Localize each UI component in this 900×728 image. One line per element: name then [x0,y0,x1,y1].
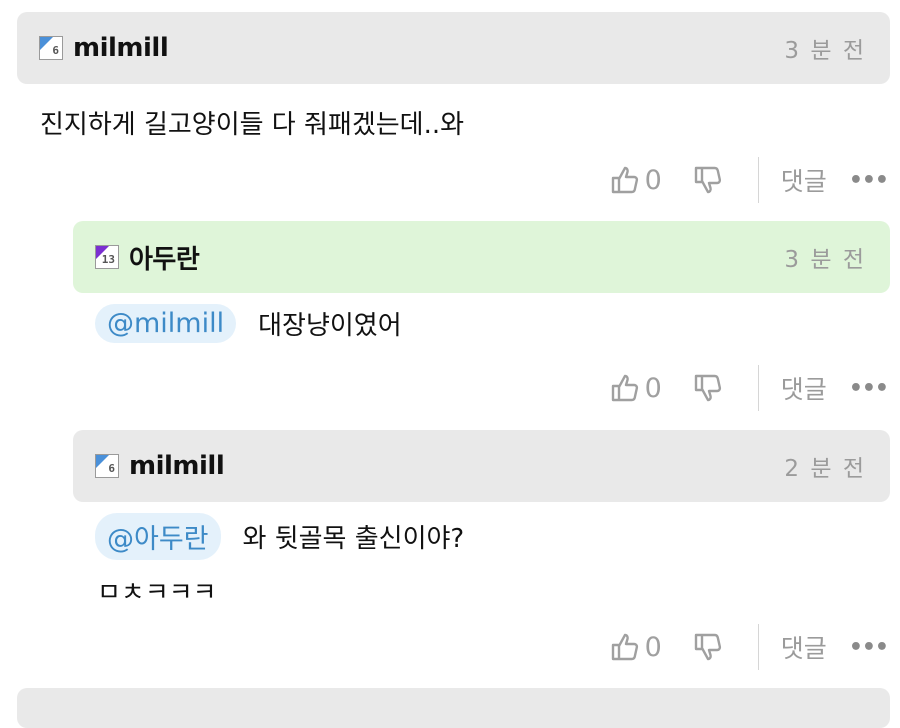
reply-button[interactable]: 댓글 [781,370,827,406]
divider [757,365,759,411]
mention-tag[interactable]: @아두란 [95,513,221,560]
dislike-button[interactable] [692,164,724,196]
thumbs-down-icon [694,166,721,194]
timestamp: 3 분 전 [784,38,866,64]
author-name[interactable]: 아두란 [129,239,200,276]
reply-button[interactable]: 댓글 [781,162,827,198]
like-count: 0 [644,631,662,663]
like-button[interactable]: 0 [609,631,692,663]
like-button[interactable]: 0 [609,164,692,196]
next-comment-header [17,688,890,728]
reply-button[interactable]: 댓글 [781,629,827,665]
thumbs-down-icon [694,633,721,661]
comment-header: 6 milmill 2 분 전 [73,430,890,502]
thumbs-up-icon [611,374,638,402]
timestamp: 2 분 전 [784,456,866,482]
dislike-button[interactable] [692,631,724,663]
author-name[interactable]: milmill [73,33,169,63]
comment-actions: 0 댓글 ••• [609,364,889,412]
more-options-icon[interactable]: ••• [849,168,889,193]
dislike-button[interactable] [692,372,724,404]
comment-text-line2: ㅁㅊㅋㅋㅋ [97,578,217,608]
comment-text: 와 뒷골목 출신이야? [242,524,465,554]
level-badge-icon: 13 [95,245,119,269]
timestamp: 3 분 전 [784,247,866,273]
level-number: 6 [52,44,59,57]
comment-header: 6 milmill 3 분 전 [17,12,890,84]
thumbs-up-icon [611,166,638,194]
level-badge-icon: 6 [95,454,119,478]
comment-actions: 0 댓글 ••• [609,156,889,204]
thumbs-up-icon [611,633,638,661]
comment-body: @아두란 와 뒷골목 출신이야? [95,513,464,560]
comment-actions: 0 댓글 ••• [609,623,889,671]
divider [757,157,759,203]
mention-tag[interactable]: @milmill [95,304,237,343]
level-number: 13 [101,253,115,266]
comment-text: 진지하게 길고양이들 다 줘패겠는데..와 [40,110,465,140]
level-number: 6 [108,462,115,475]
more-options-icon[interactable]: ••• [849,376,889,401]
more-options-icon[interactable]: ••• [849,635,889,660]
thumbs-down-icon [694,374,721,402]
comment-body: @milmill 대장냥이였어 [95,304,402,343]
like-count: 0 [644,164,662,196]
comment-header: 13 아두란 3 분 전 [73,221,890,293]
like-count: 0 [644,372,662,404]
like-button[interactable]: 0 [609,372,692,404]
comment-text: 대장냥이였어 [258,311,402,341]
author-name[interactable]: milmill [129,451,225,481]
level-badge-icon: 6 [39,36,63,60]
divider [757,624,759,670]
